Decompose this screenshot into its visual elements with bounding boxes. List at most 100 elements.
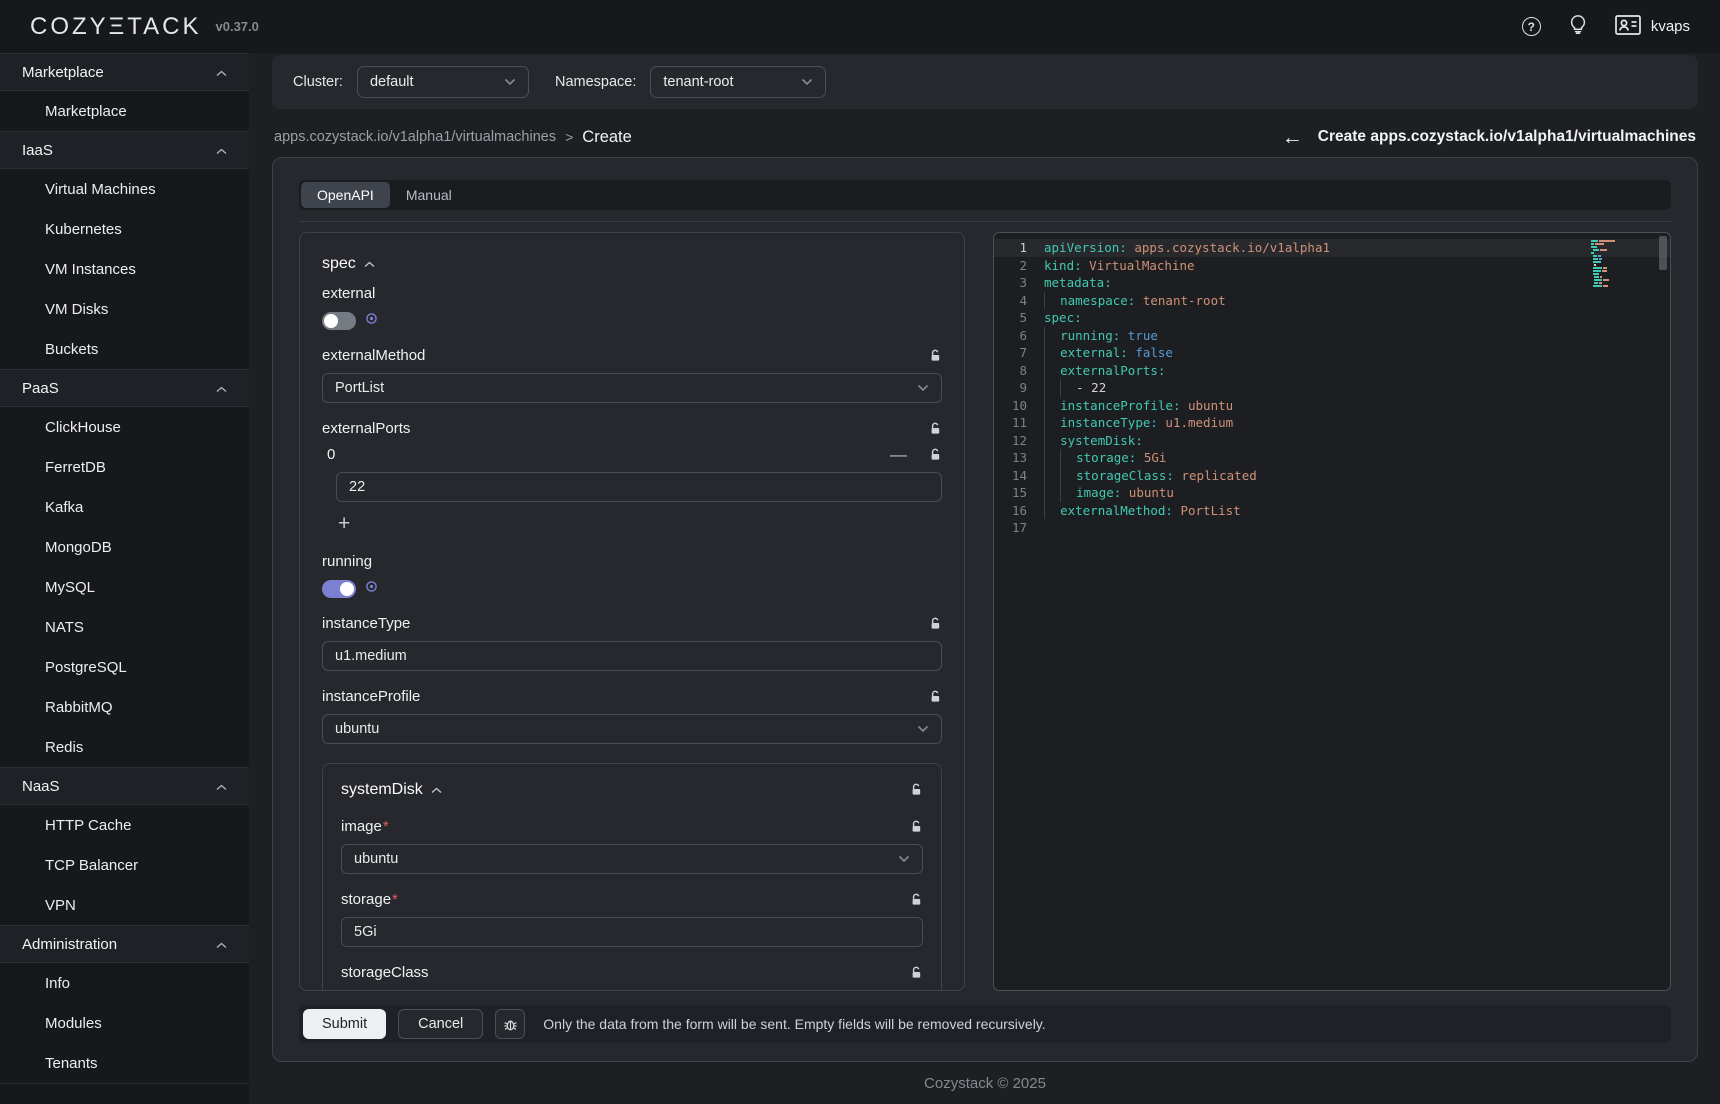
submit-note: Only the data from the form will be sent…	[543, 1016, 1045, 1032]
sidebar-section-administration[interactable]: Administration	[0, 925, 249, 963]
reset-field-icon[interactable]	[365, 580, 378, 598]
create-panel: OpenAPI Manual spec external	[272, 157, 1698, 1062]
lock-icon[interactable]	[910, 820, 923, 834]
lock-icon[interactable]	[910, 783, 923, 797]
sidebar-item-nats[interactable]: NATS	[0, 607, 249, 647]
reset-field-icon[interactable]	[365, 312, 378, 330]
sidebar-item-http-cache[interactable]: HTTP Cache	[0, 805, 249, 845]
systemDisk-header[interactable]: systemDisk	[341, 781, 442, 799]
breadcrumb: apps.cozystack.io/v1alpha1/virtualmachin…	[274, 128, 632, 147]
remove-port-button[interactable]: —	[890, 446, 907, 463]
chevron-down-icon	[801, 78, 813, 86]
externalMethod-select[interactable]: PortList	[322, 373, 942, 403]
lock-icon[interactable]	[929, 422, 942, 436]
lock-icon[interactable]	[929, 349, 942, 363]
sidebar-item-modules[interactable]: Modules	[0, 1003, 249, 1043]
editor-scrollbar[interactable]	[1659, 236, 1667, 270]
external-toggle[interactable]	[322, 312, 356, 330]
sidebar-item-tenants[interactable]: Tenants	[0, 1043, 249, 1083]
sidebar-item-marketplace[interactable]: Marketplace	[0, 91, 249, 131]
systemDisk-section: systemDisk image*	[322, 763, 942, 991]
sidebar: MarketplaceMarketplace IaaS Virtual Machin…	[0, 53, 249, 1104]
externalPorts-item-index: 0	[322, 446, 335, 463]
back-arrow-icon[interactable]: ←	[1282, 127, 1303, 148]
chevron-down-icon	[917, 725, 929, 733]
sidebar-item-vm-disks[interactable]: VM Disks	[0, 289, 249, 329]
code-line: 3metadata:	[994, 274, 1670, 292]
sidebar-item-virtual-machines[interactable]: Virtual Machines	[0, 169, 249, 209]
code-line: 11 instanceType: u1.medium	[994, 414, 1670, 432]
sidebar-section-label: NaaS	[22, 778, 60, 795]
sidebar-item-rabbitmq[interactable]: RabbitMQ	[0, 687, 249, 727]
breadcrumb-current: Create	[582, 128, 632, 147]
image-label: image*	[341, 818, 389, 835]
lock-icon[interactable]	[929, 690, 942, 704]
add-port-button[interactable]: +	[338, 512, 358, 536]
lock-icon[interactable]	[929, 617, 942, 631]
code-line: 9 - 22	[994, 379, 1670, 397]
lock-icon[interactable]	[910, 966, 923, 980]
sidebar-item-postgresql[interactable]: PostgreSQL	[0, 647, 249, 687]
code-line: 5spec:	[994, 309, 1670, 327]
lock-icon[interactable]	[929, 448, 942, 462]
externalMethod-label: externalMethod	[322, 347, 425, 364]
instanceType-input[interactable]	[322, 641, 942, 671]
sidebar-section-marketplace[interactable]: Marketplace	[0, 53, 249, 91]
chevron-down-icon	[898, 855, 910, 863]
lock-icon[interactable]	[910, 893, 923, 907]
debug-button[interactable]	[495, 1009, 525, 1039]
editor-minimap[interactable]	[1591, 240, 1653, 291]
instanceProfile-select[interactable]: ubuntu	[322, 714, 942, 744]
sidebar-item-redis[interactable]: Redis	[0, 727, 249, 767]
openapi-form: spec external	[299, 232, 965, 991]
tab-manual[interactable]: Manual	[390, 182, 468, 208]
submit-button[interactable]: Submit	[303, 1009, 386, 1039]
sidebar-item-vm-instances[interactable]: VM Instances	[0, 249, 249, 289]
sidebar-item-buckets[interactable]: Buckets	[0, 329, 249, 369]
sidebar-section-label: PaaS	[22, 380, 59, 397]
code-line: 8 externalPorts:	[994, 362, 1670, 380]
storageClass-label: storageClass	[341, 964, 429, 981]
required-asterisk: *	[392, 891, 398, 908]
externalPorts-item-input[interactable]	[336, 472, 942, 502]
sidebar-item-kubernetes[interactable]: Kubernetes	[0, 209, 249, 249]
sidebar-item-info[interactable]: Info	[0, 963, 249, 1003]
spec-section-header[interactable]: spec	[322, 255, 942, 273]
storageClass-input[interactable]	[341, 990, 923, 991]
user-menu[interactable]: kvaps	[1615, 15, 1690, 39]
breadcrumb-path[interactable]: apps.cozystack.io/v1alpha1/virtualmachin…	[274, 129, 556, 145]
sidebar-item-vpn[interactable]: VPN	[0, 885, 249, 925]
editor-mode-tabs: OpenAPI Manual	[299, 180, 1671, 210]
sidebar-section-naas[interactable]: NaaS	[0, 767, 249, 805]
sidebar-section-iaas[interactable]: IaaS	[0, 131, 249, 169]
instanceType-label: instanceType	[322, 615, 410, 632]
chevron-up-icon	[216, 142, 227, 159]
sidebar-item-mongodb[interactable]: MongoDB	[0, 527, 249, 567]
help-icon[interactable]: ?	[1522, 17, 1541, 36]
image-select[interactable]: ubuntu	[341, 844, 923, 874]
form-actions-bar: Submit Cancel Only the data from the for…	[299, 1005, 1671, 1043]
namespace-select[interactable]: tenant-root	[650, 66, 826, 98]
chevron-up-icon	[216, 778, 227, 795]
cluster-select[interactable]: default	[357, 66, 529, 98]
divider	[0, 1083, 249, 1093]
theme-bulb-icon[interactable]	[1569, 14, 1587, 39]
username: kvaps	[1651, 18, 1690, 35]
sidebar-item-mysql[interactable]: MySQL	[0, 567, 249, 607]
running-toggle[interactable]	[322, 580, 356, 598]
sidebar-item-ferretdb[interactable]: FerretDB	[0, 447, 249, 487]
chevron-up-icon	[216, 936, 227, 953]
sidebar-section-paas[interactable]: PaaS	[0, 369, 249, 407]
code-line: 17	[994, 519, 1670, 537]
storage-input[interactable]	[341, 917, 923, 947]
code-line: 16 externalMethod: PortList	[994, 502, 1670, 520]
code-line: 1apiVersion: apps.cozystack.io/v1alpha1	[994, 239, 1670, 257]
sidebar-item-tcp-balancer[interactable]: TCP Balancer	[0, 845, 249, 885]
cancel-button[interactable]: Cancel	[398, 1009, 483, 1039]
yaml-editor[interactable]: 1apiVersion: apps.cozystack.io/v1alpha12…	[993, 232, 1671, 991]
tab-openapi[interactable]: OpenAPI	[301, 182, 390, 208]
sidebar-section-label: IaaS	[22, 142, 53, 159]
namespace-label: Namespace:	[555, 74, 636, 90]
sidebar-item-kafka[interactable]: Kafka	[0, 487, 249, 527]
sidebar-item-clickhouse[interactable]: ClickHouse	[0, 407, 249, 447]
